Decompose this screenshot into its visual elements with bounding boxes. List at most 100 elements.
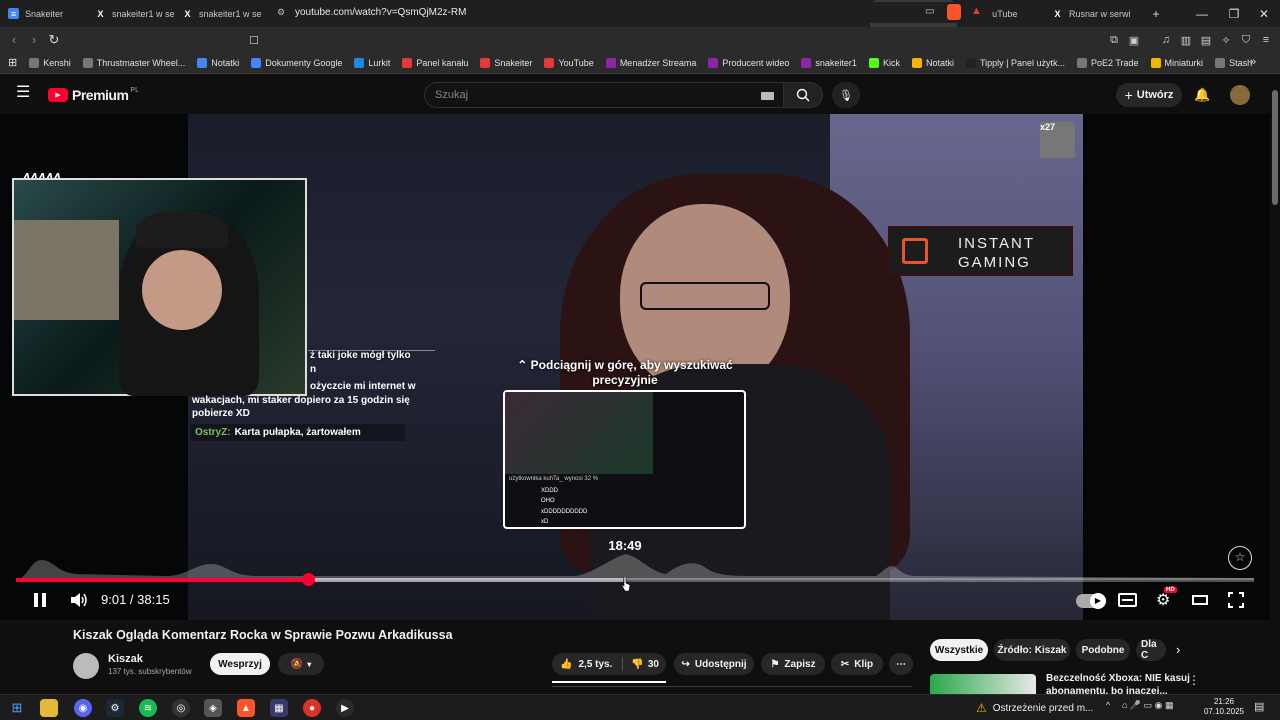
- like-icon[interactable]: 👍: [560, 659, 572, 670]
- fullscreen-button[interactable]: [1228, 592, 1244, 608]
- bookmark-item[interactable]: snakeiter1: [801, 57, 857, 68]
- windows-start-icon[interactable]: ⊞: [8, 699, 26, 717]
- file-explorer-icon[interactable]: [40, 699, 58, 717]
- channel-avatar[interactable]: [73, 653, 99, 679]
- clip-button[interactable]: ✂ Klip: [831, 653, 883, 675]
- brave-browser-icon[interactable]: ▲: [237, 699, 255, 717]
- volume-button[interactable]: [70, 592, 88, 608]
- chip-all[interactable]: Wszystkie: [930, 639, 988, 661]
- apps-icon[interactable]: ⊞: [8, 56, 17, 69]
- notifications-icon[interactable]: 🔔: [1194, 87, 1210, 103]
- subtitles-button[interactable]: [1118, 593, 1137, 607]
- chip-similar[interactable]: Podobne: [1076, 639, 1130, 661]
- rewards-icon[interactable]: ▲: [971, 5, 982, 17]
- clock[interactable]: 21:26 07.10.2025: [1200, 697, 1248, 717]
- bookmark-item[interactable]: Dokumenty Google: [251, 57, 342, 68]
- chip-source[interactable]: Źródło: Kiszak: [994, 639, 1070, 661]
- more-bookmarks-icon[interactable]: »: [1250, 56, 1256, 68]
- cast-icon[interactable]: ▭: [925, 6, 934, 17]
- leo-icon[interactable]: ✧: [1218, 32, 1234, 48]
- bookmark-item[interactable]: Notatki: [911, 57, 954, 68]
- warning-notice[interactable]: ⚠ Ostrzeżenie przed m...: [976, 699, 1096, 717]
- youtube-logo[interactable]: ▶ Premium PL: [48, 87, 139, 103]
- like-count[interactable]: 2,5 tys.: [578, 659, 612, 670]
- bookmark-label: Producent wideo: [722, 57, 790, 68]
- tray-chevron-icon[interactable]: ^: [1106, 700, 1110, 710]
- back-icon[interactable]: ‹: [4, 32, 24, 47]
- forward-icon[interactable]: ›: [24, 32, 44, 47]
- bookmark-item[interactable]: Notatki: [197, 57, 239, 68]
- media-player-icon[interactable]: ▶: [336, 699, 354, 717]
- browser-tab[interactable]: Xsnakeiter1 w se: [174, 0, 261, 27]
- channel-name[interactable]: Kiszak: [108, 653, 143, 665]
- bookmark-item[interactable]: Stash: [1215, 57, 1252, 68]
- obs-icon[interactable]: ◎: [172, 699, 190, 717]
- notification-center-icon[interactable]: ▤: [1254, 700, 1264, 713]
- vpn-icon[interactable]: ⛉: [1238, 32, 1254, 48]
- bookmark-item[interactable]: Kick: [868, 57, 900, 68]
- share-button[interactable]: ↪ Udostępnij: [674, 653, 754, 675]
- browser-tab[interactable]: X Rusnar w serwi: [1044, 0, 1131, 27]
- recommendation-thumbnail[interactable]: [930, 674, 1036, 694]
- support-button[interactable]: Wesprzyj: [210, 653, 270, 675]
- menu-icon[interactable]: ≡: [1258, 32, 1274, 48]
- search-button[interactable]: [783, 82, 823, 108]
- site-info-icon[interactable]: ⚙: [277, 7, 285, 18]
- save-button[interactable]: ⚑ Zapisz: [761, 653, 825, 675]
- search-input[interactable]: Szukaj: [424, 82, 784, 108]
- notification-bell-button[interactable]: 🔕 ▾: [278, 653, 324, 675]
- chip-for-you[interactable]: Dla C: [1136, 639, 1166, 661]
- bookmark-item[interactable]: Tipply | Panel użytk...: [965, 57, 1065, 68]
- spotify-icon[interactable]: ≋: [139, 699, 157, 717]
- address-bar[interactable]: ⚙ youtube.com/watch?v=QsmQjM2z-RM ▭ ▲: [267, 2, 992, 23]
- recommendation-title-line2[interactable]: abonamentu, bo inaczej...: [1046, 686, 1168, 694]
- chevron-right-icon[interactable]: ›: [1176, 642, 1180, 657]
- browser-tab[interactable]: ≡ Snakeiter: [0, 0, 87, 27]
- progress-bar[interactable]: [16, 573, 1254, 586]
- discord-icon[interactable]: ◉: [74, 699, 92, 717]
- bookmark-item[interactable]: Lurkit: [354, 57, 390, 68]
- bookmark-item[interactable]: Miniaturki: [1150, 57, 1203, 68]
- keyboard-icon[interactable]: [761, 92, 774, 100]
- close-window-icon[interactable]: ✕: [1248, 0, 1280, 27]
- more-actions-button[interactable]: ⋯: [889, 653, 913, 675]
- new-tab-icon[interactable]: +: [1140, 0, 1172, 27]
- media-icon[interactable]: ♫: [1158, 32, 1174, 48]
- scrollbar-thumb[interactable]: [1272, 90, 1278, 205]
- reload-icon[interactable]: ↻: [44, 32, 64, 48]
- brave-shield-icon[interactable]: [947, 4, 961, 20]
- bookmark-item[interactable]: Kenshi: [29, 57, 71, 68]
- theater-mode-button[interactable]: [1192, 595, 1208, 605]
- minimize-icon[interactable]: —: [1186, 0, 1218, 27]
- bookmark-item[interactable]: Thrustmaster Wheel...: [82, 57, 185, 68]
- settings-button[interactable]: ⚙ HD: [1156, 587, 1177, 610]
- bookmark-item[interactable]: Menadżer Streama: [605, 57, 696, 68]
- shield-app-icon[interactable]: ◈: [204, 699, 222, 717]
- dislike-icon[interactable]: 👎: [631, 659, 643, 670]
- browser-tab[interactable]: Xsnakeiter1 w se: [87, 0, 174, 27]
- create-button[interactable]: + Utwórz: [1116, 83, 1182, 107]
- sidebar-icon[interactable]: ▥: [1178, 32, 1194, 48]
- maximize-icon[interactable]: ❐: [1218, 0, 1250, 27]
- voice-search-button[interactable]: 🎙: [832, 82, 860, 108]
- screenshot-icon[interactable]: ▣: [1126, 32, 1142, 48]
- recommendation-title[interactable]: Bezczelność Xboxa: NIE kasuj: [1046, 673, 1190, 684]
- recommendation-menu-icon[interactable]: ⋮: [1188, 673, 1200, 687]
- bookmark-item[interactable]: Panel kanału: [402, 57, 468, 68]
- extensions-icon[interactable]: ⧉: [1106, 32, 1122, 48]
- steam-icon[interactable]: ⚙: [106, 699, 124, 717]
- wallet-icon[interactable]: ▤: [1198, 32, 1214, 48]
- hamburger-icon[interactable]: ☰: [16, 85, 30, 101]
- avatar[interactable]: [1230, 85, 1250, 105]
- bookmark-item[interactable]: Producent wideo: [708, 57, 790, 68]
- bookmark-item[interactable]: Snakeiter: [480, 57, 532, 68]
- app-icon[interactable]: ▦: [270, 699, 288, 717]
- video-player[interactable]: INSTANT GAMING x27 ɅɅɅɅɅ ż taki joke móg…: [0, 114, 1270, 620]
- pause-button[interactable]: [32, 592, 48, 608]
- autoplay-toggle[interactable]: ▶: [1076, 593, 1106, 609]
- bookmark-item[interactable]: PoE2 Trade: [1077, 57, 1139, 68]
- bookmark-item[interactable]: YouTube: [544, 57, 594, 68]
- tray-icons[interactable]: ⌂ 🎤 ▭ ◉ ▦: [1122, 700, 1174, 711]
- record-app-icon[interactable]: ●: [303, 699, 321, 717]
- bookmark-icon[interactable]: ☐: [246, 32, 262, 48]
